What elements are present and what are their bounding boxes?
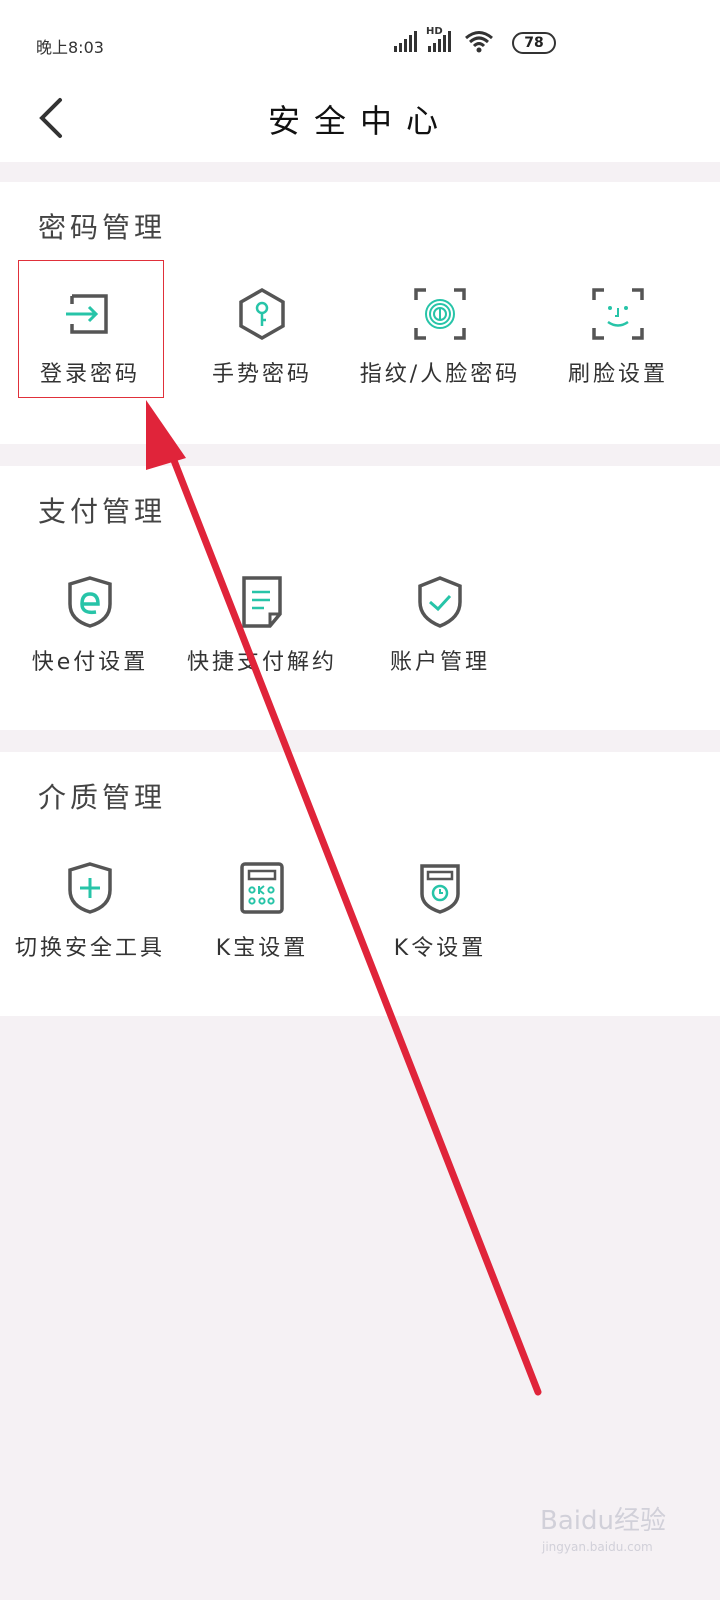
wifi-icon (465, 31, 493, 53)
section-payment-management: 支付管理 快e付设置 快捷支付解约 账户管理 (0, 466, 720, 730)
watermark-logo: Baidu经验 (540, 1506, 666, 1536)
gesture-key-icon (239, 287, 285, 341)
section-password-management: 密码管理 登录密码 手势密码 指纹/人脸密码 刷脸设置 (0, 182, 720, 444)
page-title: 安全中心 (267, 102, 452, 140)
document-icon (242, 576, 282, 628)
shield-check-icon (418, 576, 462, 628)
item-account-management[interactable]: 账户管理 (350, 548, 530, 698)
status-time: 晚上8:03 (36, 38, 104, 57)
section-title: 密码管理 (38, 211, 167, 244)
login-icon (66, 294, 108, 334)
item-fingerprint-face-password[interactable]: 指纹/人脸密码 (350, 260, 530, 410)
item-label: 手势密码 (211, 362, 312, 387)
item-switch-security-tool[interactable]: 切换安全工具 (0, 834, 180, 984)
item-login-password[interactable]: 登录密码 (0, 260, 180, 410)
status-bar: 晚上8:03 HD 78 (0, 0, 720, 82)
shield-plus-icon (68, 862, 112, 914)
face-scan-icon (592, 288, 644, 340)
battery-indicator: 78 (512, 32, 556, 54)
item-e-pay-settings[interactable]: 快e付设置 (0, 548, 180, 698)
signal-icon (394, 31, 417, 52)
top-bar: 安全中心 (0, 82, 720, 162)
signal-hd-icon (428, 31, 451, 52)
watermark-url: jingyan.baidu.com (542, 1540, 653, 1554)
section-title: 支付管理 (38, 495, 167, 528)
item-label: K令设置 (393, 936, 487, 961)
item-face-scan-settings[interactable]: 刷脸设置 (528, 260, 708, 410)
kling-token-icon (420, 864, 460, 914)
item-label: K宝设置 (215, 936, 309, 961)
item-label: 指纹/人脸密码 (359, 362, 521, 387)
item-label: 快捷支付解约 (186, 650, 337, 675)
item-gesture-password[interactable]: 手势密码 (172, 260, 352, 410)
item-kling-settings[interactable]: K令设置 (350, 834, 530, 984)
item-label: 刷脸设置 (567, 362, 668, 387)
kbao-device-icon (240, 862, 284, 914)
item-quick-pay-cancel[interactable]: 快捷支付解约 (172, 548, 352, 698)
item-kbao-settings[interactable]: K宝设置 (172, 834, 352, 984)
section-title: 介质管理 (38, 781, 167, 814)
fingerprint-icon (414, 288, 466, 340)
item-label: 账户管理 (389, 650, 490, 675)
e-pay-shield-icon (68, 576, 112, 628)
section-medium-management: 介质管理 切换安全工具 K宝设置 K令设置 (0, 752, 720, 1016)
